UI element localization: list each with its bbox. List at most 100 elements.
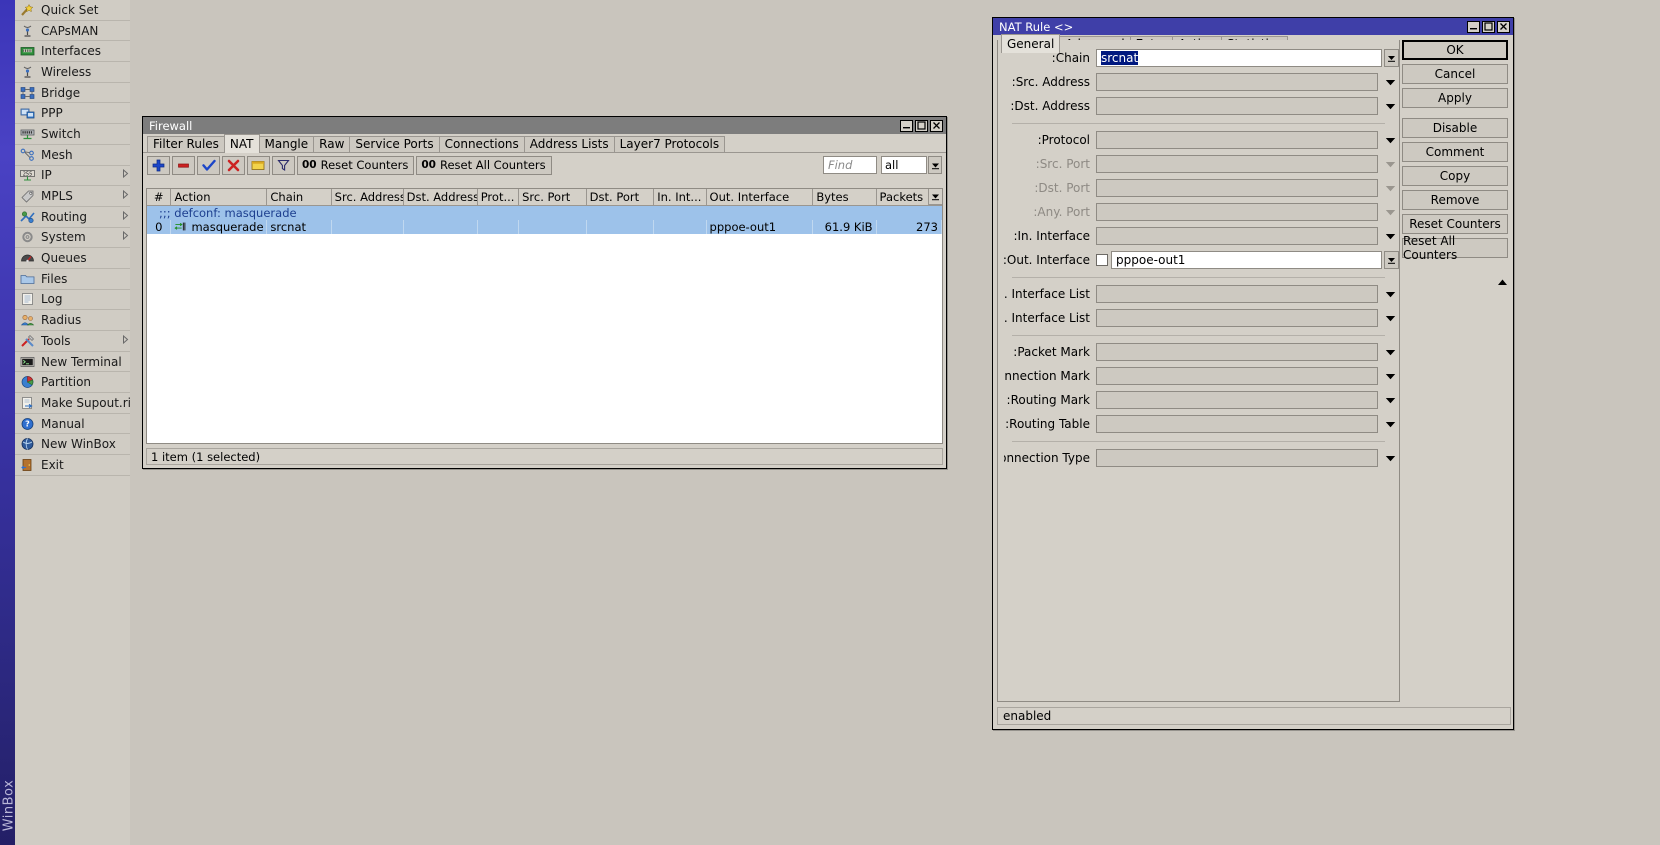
tab-address-lists[interactable]: Address Lists — [523, 136, 615, 152]
dropdown-arrow-icon[interactable] — [1381, 315, 1399, 322]
field-input[interactable] — [1096, 73, 1378, 91]
field-input[interactable] — [1096, 343, 1378, 361]
tab-mangle[interactable]: Mangle — [258, 136, 315, 152]
column-chooser-icon[interactable] — [928, 189, 942, 205]
sidebar-item-interfaces[interactable]: Interfaces — [15, 41, 130, 63]
sidebar-item-bridge[interactable]: Bridge — [15, 83, 130, 104]
nat-rule-title-bar[interactable]: NAT Rule <> — [993, 18, 1513, 35]
field-input[interactable] — [1096, 131, 1378, 149]
reset-all-counters-button[interactable]: 00 Reset All Counters — [416, 155, 552, 175]
tab-connections[interactable]: Connections — [438, 136, 525, 152]
sidebar-item-tools[interactable]: Tools — [15, 331, 130, 352]
dropdown-arrow-icon[interactable] — [1384, 49, 1399, 67]
sidebar-item-queues[interactable]: Queues — [15, 248, 130, 269]
tab-general[interactable]: General — [1001, 34, 1061, 53]
reset-counters-button[interactable]: Reset Counters — [1402, 214, 1508, 234]
ok-button[interactable]: OK — [1402, 40, 1508, 60]
field-input[interactable] — [1096, 309, 1378, 327]
reset-all-counters-button[interactable]: Reset All Counters — [1402, 234, 1508, 262]
sidebar-item-capsman[interactable]: CAPsMAN — [15, 21, 130, 42]
dropdown-arrow-icon[interactable] — [1384, 251, 1399, 269]
sidebar-item-wireless[interactable]: Wireless — [15, 62, 130, 83]
disable-button[interactable]: Disable — [1402, 118, 1508, 138]
firewall-title-bar[interactable]: Firewall — [143, 117, 946, 134]
apply-button[interactable]: Apply — [1402, 88, 1508, 108]
tab-raw[interactable]: Raw — [313, 136, 351, 152]
field-input[interactable] — [1096, 449, 1378, 467]
sidebar-item-manual[interactable]: ? Manual — [15, 414, 130, 435]
column-header[interactable]: Prot... — [477, 189, 520, 206]
filter-button[interactable] — [272, 155, 295, 175]
field-input[interactable] — [1096, 285, 1378, 303]
sidebar-item-switch[interactable]: Switch — [15, 124, 130, 145]
field-input[interactable] — [1096, 203, 1378, 221]
filter-select-value[interactable]: all — [881, 156, 927, 174]
dropdown-arrow-icon[interactable] — [1381, 421, 1399, 428]
sidebar-item-radius[interactable]: Radius — [15, 310, 130, 331]
column-header[interactable]: In. Int... — [653, 189, 707, 206]
field-input[interactable]: srcnat — [1096, 49, 1382, 67]
dropdown-arrow-icon[interactable] — [1381, 79, 1399, 86]
column-header[interactable]: Dst. Address — [403, 189, 478, 206]
sidebar-item-quick-set[interactable]: Quick Set — [15, 0, 130, 21]
field-input[interactable]: pppoe-out1 — [1111, 251, 1382, 269]
sidebar-item-mesh[interactable]: Mesh — [15, 145, 130, 166]
reset-counters-button[interactable]: 00 Reset Counters — [297, 155, 415, 175]
disable-rule-button[interactable] — [222, 155, 245, 175]
field-input[interactable] — [1096, 415, 1378, 433]
dropdown-arrow-icon[interactable] — [1381, 233, 1399, 240]
dropdown-arrow-icon[interactable] — [1381, 397, 1399, 404]
field-input[interactable] — [1096, 155, 1378, 173]
field-input[interactable] — [1096, 179, 1378, 197]
copy-button[interactable]: Copy — [1402, 166, 1508, 186]
minimize-icon[interactable] — [900, 119, 913, 132]
table-comment-row[interactable]: ;;; defconf: masquerade — [147, 205, 942, 220]
tab-nat[interactable]: NAT — [223, 134, 260, 153]
remove-rule-button[interactable] — [172, 155, 195, 175]
sidebar-item-routing[interactable]: Routing — [15, 207, 130, 228]
find-input[interactable]: Find — [823, 156, 877, 174]
maximize-icon[interactable] — [915, 119, 928, 132]
field-input[interactable] — [1096, 391, 1378, 409]
tab-service-ports[interactable]: Service Ports — [349, 136, 440, 152]
dropdown-arrow-icon[interactable] — [1381, 103, 1399, 110]
tab-layer7-protocols[interactable]: Layer7 Protocols — [613, 136, 726, 152]
dropdown-arrow-icon[interactable] — [1381, 291, 1399, 298]
cancel-button[interactable]: Cancel — [1402, 64, 1508, 84]
maximize-icon[interactable] — [1482, 20, 1495, 33]
sidebar-item-log[interactable]: Log — [15, 290, 130, 311]
dropdown-arrow-icon[interactable] — [1381, 455, 1399, 462]
tab-filter-rules[interactable]: Filter Rules — [147, 136, 225, 152]
column-header[interactable]: Action — [170, 189, 268, 206]
field-input[interactable] — [1096, 227, 1378, 245]
dropdown-arrow-icon[interactable] — [1381, 209, 1399, 216]
column-header[interactable]: Src. Port — [518, 189, 587, 206]
sidebar-item-ip[interactable]: 255 IP — [15, 166, 130, 187]
negate-checkbox[interactable] — [1096, 254, 1108, 266]
sidebar-item-new-winbox[interactable]: New WinBox — [15, 434, 130, 456]
table-row[interactable]: 0 masquerade srcnat pppoe-out1 61.9 KiB 273 — [147, 219, 942, 234]
dropdown-arrow-icon[interactable] — [1381, 161, 1399, 168]
column-header[interactable]: Bytes — [812, 189, 877, 206]
column-header[interactable]: Src. Address — [331, 189, 404, 206]
sidebar-item-mpls[interactable]: MPLS — [15, 186, 130, 207]
sidebar-item-new-terminal[interactable]: New Terminal — [15, 352, 130, 373]
sidebar-item-partition[interactable]: Partition — [15, 372, 130, 394]
enable-rule-button[interactable] — [197, 155, 220, 175]
column-header[interactable]: Chain — [266, 189, 332, 206]
comment-button[interactable]: Comment — [1402, 142, 1508, 162]
column-header[interactable]: Dst. Port — [586, 189, 655, 206]
chevron-down-icon[interactable] — [928, 156, 942, 174]
dropdown-arrow-icon[interactable] — [1381, 349, 1399, 356]
dropdown-arrow-icon[interactable] — [1381, 137, 1399, 144]
close-icon[interactable] — [1497, 20, 1510, 33]
comment-button[interactable] — [247, 155, 270, 175]
sidebar-item-exit[interactable]: Exit — [15, 455, 130, 476]
sidebar-item-make-supout-rif[interactable]: Make Supout.rif — [15, 393, 130, 414]
scroll-up-icon[interactable] — [1496, 275, 1509, 289]
field-input[interactable] — [1096, 367, 1378, 385]
close-icon[interactable] — [930, 119, 943, 132]
sidebar-item-system[interactable]: System — [15, 228, 130, 249]
remove-button[interactable]: Remove — [1402, 190, 1508, 210]
column-header[interactable]: # — [147, 189, 172, 206]
